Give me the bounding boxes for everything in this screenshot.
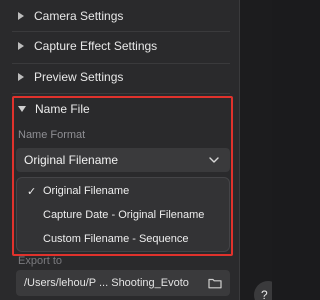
export-path-field[interactable]: /Users/lehou/P ... Shooting_Evoto xyxy=(16,270,230,296)
expand-triangle-icon xyxy=(18,73,24,81)
export-path-value: /Users/lehou/P ... Shooting_Evoto xyxy=(24,277,189,289)
name-file-section-header[interactable]: Name File xyxy=(18,99,90,119)
section-label: Camera Settings xyxy=(34,9,124,23)
option-label: Original Filename xyxy=(43,185,130,197)
expand-triangle-icon xyxy=(18,12,24,20)
option-original-filename[interactable]: ✓ Original Filename xyxy=(17,179,231,203)
name-format-label: Name Format xyxy=(18,129,86,141)
checkmark-icon: ✓ xyxy=(27,185,37,198)
name-format-select[interactable]: Original Filename xyxy=(16,148,230,172)
settings-panel: Camera Settings Capture Effect Settings … xyxy=(0,0,240,300)
settings-window: Camera Settings Capture Effect Settings … xyxy=(0,0,272,300)
help-icon: ? xyxy=(261,288,268,300)
folder-icon[interactable] xyxy=(208,277,222,289)
name-format-dropdown-menu: ✓ Original Filename Capture Date - Origi… xyxy=(16,177,230,252)
option-label: Custom Filename - Sequence xyxy=(43,233,189,245)
name-file-title: Name File xyxy=(35,102,90,116)
collapse-triangle-icon xyxy=(18,106,26,112)
chevron-down-icon xyxy=(209,157,219,163)
section-label: Capture Effect Settings xyxy=(34,39,158,53)
section-label: Preview Settings xyxy=(34,70,124,84)
capture-effect-settings-section[interactable]: Capture Effect Settings xyxy=(0,31,240,61)
name-format-selected-value: Original Filename xyxy=(24,153,119,167)
option-custom-filename-sequence[interactable]: Custom Filename - Sequence xyxy=(17,227,231,251)
option-capture-date-original-filename[interactable]: Capture Date - Original Filename xyxy=(17,203,231,227)
right-strip xyxy=(240,0,272,300)
export-to-label: Export to xyxy=(18,255,63,267)
camera-settings-section[interactable]: Camera Settings xyxy=(0,1,240,31)
expand-triangle-icon xyxy=(18,42,24,50)
preview-settings-section[interactable]: Preview Settings xyxy=(0,62,240,92)
option-label: Capture Date - Original Filename xyxy=(43,209,205,221)
divider xyxy=(12,93,230,94)
